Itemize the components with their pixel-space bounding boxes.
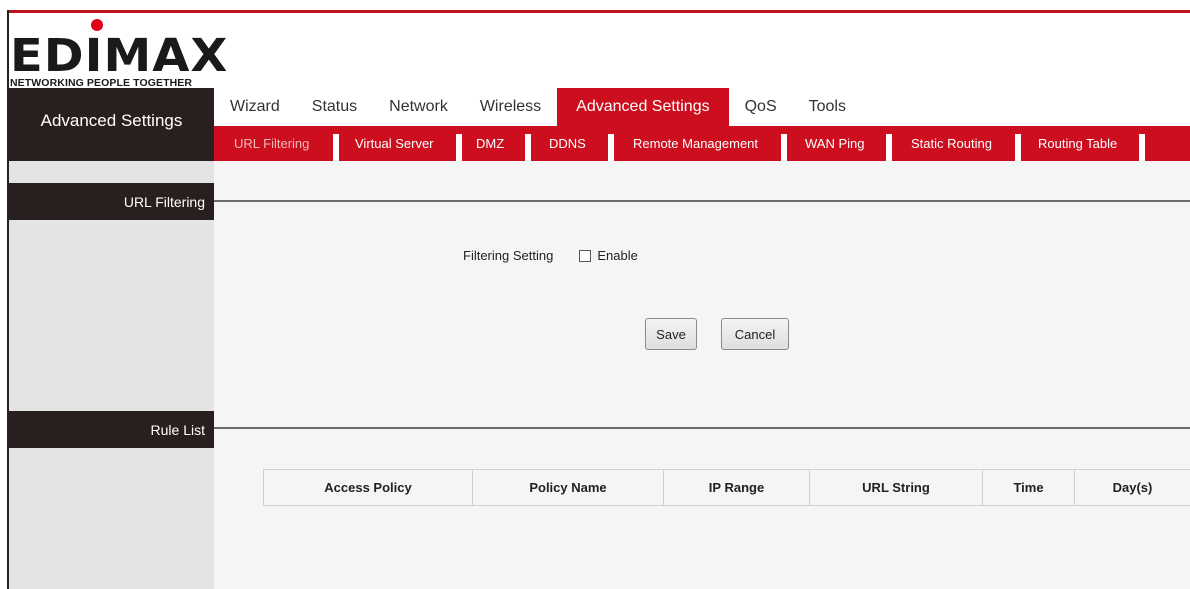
tab-wireless[interactable]: Wireless: [464, 88, 557, 126]
filtering-setting-label: Filtering Setting: [463, 248, 554, 263]
subtab-url-filtering[interactable]: URL Filtering: [234, 126, 309, 161]
top-accent-line: [7, 10, 1190, 13]
enable-checkbox[interactable]: [579, 249, 592, 262]
cancel-button[interactable]: Cancel: [721, 318, 789, 350]
tab-status[interactable]: Status: [296, 88, 373, 126]
subtab-divider: [525, 134, 531, 161]
section-divider: [214, 200, 1190, 202]
subtab-virtual-server[interactable]: Virtual Server: [355, 126, 434, 161]
subtab-divider: [781, 134, 787, 161]
section-label-url-filtering: URL Filtering: [9, 183, 214, 220]
subtab-divider: [1139, 134, 1145, 161]
tab-advanced-settings[interactable]: Advanced Settings: [557, 88, 729, 126]
filtering-setting-row: Filtering Setting Enable: [463, 248, 638, 263]
subtab-ddns[interactable]: DDNS: [549, 126, 586, 161]
tab-network[interactable]: Network: [373, 88, 464, 126]
column-header-ip-range: IP Range: [664, 470, 810, 505]
column-header-time: Time: [983, 470, 1075, 505]
enable-label: Enable: [597, 248, 638, 263]
edimax-logo: EDIMAX NETWORKING PEOPLE TOGETHER: [8, 17, 227, 89]
subtab-divider: [886, 134, 892, 161]
column-header-access-policy: Access Policy: [264, 470, 473, 505]
subtab-divider: [333, 134, 339, 161]
tab-wizard[interactable]: Wizard: [214, 88, 296, 126]
subtab-divider: [456, 134, 462, 161]
tab-qos[interactable]: QoS: [729, 88, 793, 126]
section-divider: [214, 427, 1190, 429]
sidebar-title: Advanced Settings: [9, 88, 214, 161]
subtab-divider: [1015, 134, 1021, 161]
tab-tools[interactable]: Tools: [793, 88, 862, 126]
subtab-dmz[interactable]: DMZ: [476, 126, 504, 161]
subtab-remote-management[interactable]: Remote Management: [633, 126, 758, 161]
subtab-wan-ping[interactable]: WAN Ping: [805, 126, 864, 161]
column-header-url-string: URL String: [810, 470, 983, 505]
subtab-routing-table[interactable]: Routing Table: [1038, 126, 1117, 161]
sub-nav: URL Filtering Virtual Server DMZ DDNS Re…: [214, 126, 1190, 161]
rule-list-table: Access Policy Policy Name IP Range URL S…: [263, 469, 1190, 506]
main-nav: Wizard Status Network Wireless Advanced …: [214, 88, 862, 126]
save-button[interactable]: Save: [645, 318, 697, 350]
section-label-rule-list: Rule List: [9, 411, 214, 448]
sidebar-column: [9, 161, 214, 589]
column-header-policy-name: Policy Name: [473, 470, 664, 505]
subtab-static-routing[interactable]: Static Routing: [911, 126, 992, 161]
logo-wordmark: EDIMAX: [10, 29, 229, 83]
subtab-divider: [608, 134, 614, 161]
column-header-days: Day(s): [1112, 480, 1153, 495]
